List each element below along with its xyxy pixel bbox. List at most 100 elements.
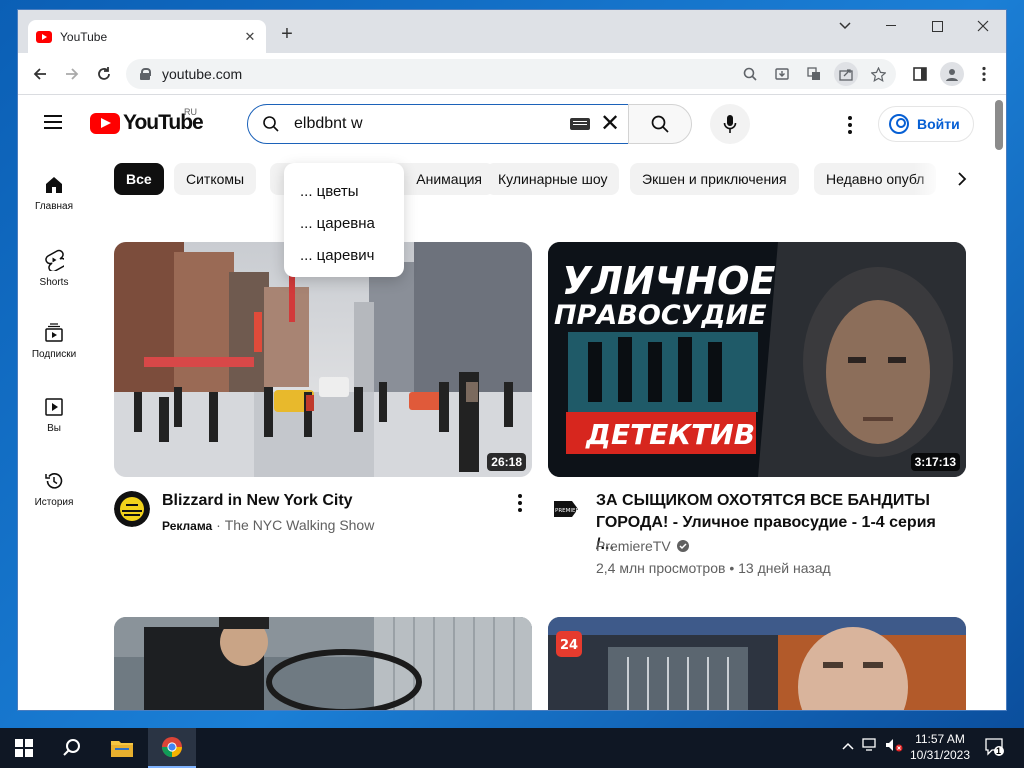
video-menu-icon[interactable] xyxy=(518,494,522,512)
chip-sitcoms[interactable]: Ситкомы xyxy=(174,163,257,195)
minimize-button[interactable] xyxy=(868,10,914,42)
tab-youtube[interactable]: YouTube ✕ xyxy=(28,20,266,53)
video-thumbnail[interactable] xyxy=(114,617,532,710)
video-title[interactable]: Blizzard in New York City xyxy=(162,490,502,512)
sidebar-item-home[interactable]: Главная xyxy=(18,151,90,221)
region-code: RU xyxy=(184,107,197,117)
search-button[interactable] xyxy=(628,104,692,144)
keyboard-icon[interactable] xyxy=(570,118,590,130)
sidebar-item-label: История xyxy=(34,497,74,508)
taskbar-search-button[interactable] xyxy=(48,728,96,768)
chrome-taskbar-button[interactable] xyxy=(148,728,196,768)
youtube-play-icon xyxy=(90,112,120,134)
verified-check-icon xyxy=(676,540,689,552)
channel-avatar[interactable]: PREMIERE xyxy=(548,491,584,527)
maximize-button[interactable] xyxy=(914,10,960,42)
suggestion-item[interactable]: ... цветы xyxy=(284,175,404,207)
video-thumbnail[interactable]: УЛИЧНОЕ ПРАВОСУДИЕ ДЕТЕКТИВ 3:17:13 xyxy=(548,242,966,477)
tab-close-icon[interactable]: ✕ xyxy=(242,29,258,45)
channel-avatar[interactable] xyxy=(114,491,150,527)
translate-icon[interactable] xyxy=(802,62,826,86)
guide-menu-icon[interactable] xyxy=(44,115,62,129)
system-clock[interactable]: 11:57 AM 10/31/2023 xyxy=(908,731,972,763)
youtube-page: YouTube RU elbdbnt w ✕ Войти Главная Sho… xyxy=(18,95,1006,710)
volume-muted-icon[interactable] xyxy=(884,738,904,755)
suggestion-item[interactable]: ... царевна xyxy=(284,207,404,239)
chip-cooking-shows[interactable]: Кулинарные шоу xyxy=(486,163,620,195)
windows-taskbar: 11:57 AM 10/31/2023 1 xyxy=(0,728,1024,768)
sidebar-item-you[interactable]: Вы xyxy=(18,373,90,443)
chrome-window: YouTube ✕ + youtube.com YouTube RU elbdb… xyxy=(18,10,1006,710)
url-text: youtube.com xyxy=(162,66,243,82)
start-button[interactable] xyxy=(0,728,48,768)
profile-avatar-icon[interactable] xyxy=(940,62,964,86)
voice-search-button[interactable] xyxy=(710,104,750,144)
lock-icon xyxy=(140,68,151,80)
video-thumbnail[interactable]: 26:18 xyxy=(114,242,532,477)
sidebar-item-label: Главная xyxy=(34,201,74,212)
folder-icon xyxy=(111,741,133,757)
back-button[interactable] xyxy=(28,62,52,86)
notifications-button[interactable]: 1 xyxy=(982,736,1006,759)
address-bar[interactable]: youtube.com xyxy=(126,59,896,89)
suggestion-item[interactable]: ... царевич xyxy=(284,239,404,271)
youtube-logo[interactable]: YouTube RU xyxy=(90,107,204,135)
avatar-text: PREMIERE xyxy=(555,508,583,514)
side-panel-icon[interactable] xyxy=(908,62,932,86)
settings-menu-icon[interactable] xyxy=(838,113,862,137)
sidebar-item-label: Подписки xyxy=(31,349,77,360)
filter-chips: Все Ситкомы Анимация Кулинарные шоу Экше… xyxy=(114,163,974,197)
notification-count: 1 xyxy=(996,746,1002,756)
library-icon xyxy=(45,398,63,416)
account-icon xyxy=(889,114,909,134)
tab-title: YouTube xyxy=(60,29,108,44)
chevron-right-icon[interactable] xyxy=(948,165,976,193)
channel-name[interactable]: PremiereTV xyxy=(596,538,671,554)
close-window-button[interactable] xyxy=(960,10,1006,42)
forward-button[interactable] xyxy=(60,62,84,86)
new-tab-button[interactable]: + xyxy=(276,24,298,44)
search-query: elbdbnt w xyxy=(294,115,363,132)
video-thumbnail[interactable]: 24 xyxy=(548,617,966,710)
zoom-search-icon[interactable] xyxy=(738,62,762,86)
show-hidden-icons-button[interactable] xyxy=(838,738,858,753)
duration-badge: 26:18 xyxy=(487,453,526,471)
search-input[interactable]: elbdbnt w ✕ xyxy=(247,104,629,144)
file-explorer-button[interactable] xyxy=(98,728,146,768)
clear-search-icon[interactable]: ✕ xyxy=(598,112,622,136)
sidebar-item-label: Shorts xyxy=(39,277,69,288)
tab-search-chevron-icon[interactable] xyxy=(822,10,868,42)
microphone-icon xyxy=(723,115,737,133)
page-scrollbar[interactable] xyxy=(995,100,1003,150)
duration-badge: 3:17:13 xyxy=(910,453,960,471)
sidebar-item-shorts[interactable]: Shorts xyxy=(18,225,90,295)
separator: · xyxy=(216,517,221,533)
youtube-favicon-icon xyxy=(36,30,52,43)
news-thumbnail-image: 24 xyxy=(548,617,966,710)
network-icon[interactable] xyxy=(860,738,880,755)
sidebar-item-history[interactable]: История xyxy=(18,447,90,517)
chip-action-adventure[interactable]: Экшен и приключения xyxy=(630,163,799,195)
clock-time: 11:57 AM xyxy=(915,732,965,746)
chrome-icon xyxy=(161,737,183,758)
windows-logo-icon xyxy=(15,739,33,757)
reload-button[interactable] xyxy=(92,62,116,86)
news-channel-badge: 24 xyxy=(560,638,578,653)
sidebar-item-subscriptions[interactable]: Подписки xyxy=(18,299,90,369)
bookmark-star-icon[interactable] xyxy=(866,62,890,86)
install-app-icon[interactable] xyxy=(770,62,794,86)
truck-driver-thumbnail-image xyxy=(114,617,532,710)
shorts-icon xyxy=(45,249,64,271)
history-icon xyxy=(45,473,63,489)
chrome-menu-icon[interactable] xyxy=(972,62,996,86)
detective-series-thumbnail-image: УЛИЧНОЕ ПРАВОСУДИЕ ДЕТЕКТИВ xyxy=(548,242,966,477)
share-icon[interactable] xyxy=(834,62,858,86)
channel-name[interactable]: The NYC Walking Show xyxy=(225,517,375,533)
thumb-banner-text: ДЕТЕКТИВ xyxy=(585,418,755,451)
chip-all[interactable]: Все xyxy=(114,163,164,195)
sign-in-button[interactable]: Войти xyxy=(878,106,974,142)
masthead: YouTube RU elbdbnt w ✕ Войти xyxy=(18,95,990,151)
video-meta: Реклама · The NYC Walking Show xyxy=(162,517,374,533)
home-icon xyxy=(46,177,62,193)
search-icon xyxy=(63,739,80,756)
